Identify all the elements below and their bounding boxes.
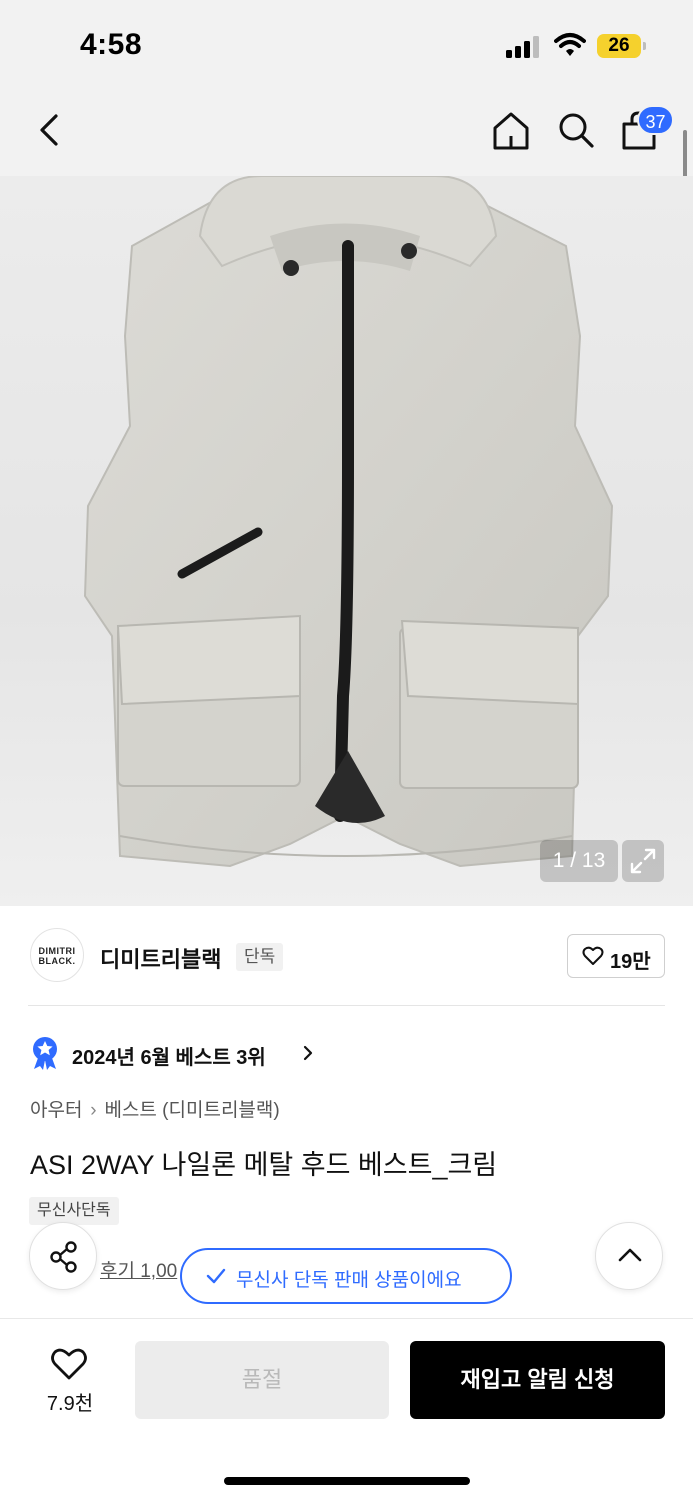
expand-image-button[interactable]	[622, 840, 664, 882]
nav-bar: 37	[0, 90, 693, 176]
share-button[interactable]	[29, 1222, 97, 1290]
heart-icon	[582, 946, 604, 965]
restock-alert-button[interactable]: 재입고 알림 신청	[410, 1341, 665, 1419]
bottom-action-bar: 7.9천 품절 재입고 알림 신청	[0, 1318, 693, 1500]
divider	[28, 1005, 665, 1006]
breadcrumb-category[interactable]: 아우터	[30, 1100, 82, 1121]
exclusive-tag: 무신사단독	[29, 1197, 119, 1225]
brand-row[interactable]: DIMITRI BLACK. 디미트리블랙 단독 19만	[0, 906, 693, 1006]
status-bar: 4:58 26	[0, 0, 693, 90]
battery-tip	[643, 42, 646, 50]
brand-logo-line2: BLACK.	[38, 956, 76, 966]
brand-exclusive-badge: 단독	[236, 943, 284, 971]
ranking-text: 2024년 6월 베스트 3위	[72, 1047, 266, 1069]
review-link[interactable]: 후기 1,00	[100, 1256, 177, 1283]
chevron-up-icon	[618, 1248, 642, 1262]
breadcrumb: 아우터 › 베스트 (디미트리블랙)	[30, 1095, 280, 1122]
battery-indicator: 26	[597, 34, 641, 58]
chevron-right-icon	[303, 1045, 313, 1061]
ranking-star-badge-icon	[33, 1037, 57, 1070]
brand-name[interactable]: 디미트리블랙	[100, 942, 221, 974]
image-counter: 1 / 13	[540, 840, 618, 882]
product-image-vest	[83, 176, 614, 868]
brand-logo[interactable]: DIMITRI BLACK.	[30, 928, 84, 982]
expand-icon	[630, 848, 656, 874]
home-indicator[interactable]	[224, 1477, 470, 1485]
cellular-signal-icon	[506, 36, 544, 58]
breadcrumb-subcategory[interactable]: 베스트 (디미트리블랙)	[104, 1100, 279, 1121]
scroll-to-top-button[interactable]	[595, 1222, 663, 1290]
checkmark-icon	[206, 1268, 226, 1284]
cart-count-badge: 37	[637, 105, 674, 135]
exclusive-toast: 무신사 단독 판매 상품이에요	[180, 1248, 512, 1304]
toast-text: 무신사 단독 판매 상품이에요	[236, 1270, 462, 1291]
back-icon[interactable]	[30, 108, 70, 152]
home-icon[interactable]	[490, 110, 532, 152]
wifi-icon	[554, 33, 586, 56]
breadcrumb-separator-icon: ›	[90, 1100, 97, 1121]
like-brand-button[interactable]: 19만	[567, 934, 665, 978]
product-title: ASI 2WAY 나일론 메탈 후드 베스트_크림	[30, 1150, 498, 1180]
share-icon	[50, 1241, 77, 1273]
soldout-button: 품절	[135, 1341, 389, 1419]
heart-icon	[51, 1348, 87, 1380]
brand-like-count: 19만	[610, 951, 651, 973]
status-time: 4:58	[80, 28, 143, 61]
brand-logo-line1: DIMITRI	[38, 946, 76, 956]
wishlist-count: 7.9천	[46, 1393, 94, 1415]
search-icon[interactable]	[556, 110, 596, 150]
wishlist-button[interactable]: 7.9천	[30, 1339, 110, 1419]
product-image-gallery[interactable]: 1 / 13	[0, 176, 693, 906]
